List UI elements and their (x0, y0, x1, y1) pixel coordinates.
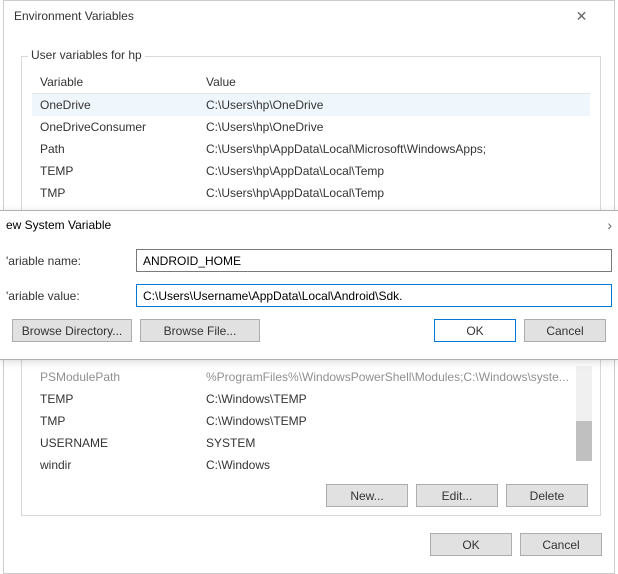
variable-name-row: 'ariable name: (6, 249, 612, 272)
dialog-ok-button[interactable]: OK (434, 319, 516, 342)
browse-directory-button[interactable]: Browse Directory... (12, 319, 132, 342)
table-row[interactable]: TEMP C:\Users\hp\AppData\Local\Temp (32, 160, 590, 182)
variable-value-row: 'ariable value: (6, 284, 612, 307)
dialog-cancel-button[interactable]: Cancel (524, 319, 606, 342)
table-row[interactable]: TMP C:\Windows\TEMP (32, 410, 590, 432)
variable-value-label: 'ariable value: (6, 289, 136, 303)
table-row[interactable]: USERNAME SYSTEM (32, 432, 590, 454)
system-variables-group: PSModulePath %ProgramFiles%\WindowsPower… (21, 335, 601, 516)
new-system-variable-dialog: ew System Variable › 'ariable name: 'ari… (0, 210, 618, 360)
table-row[interactable]: windir C:\Windows (32, 454, 590, 476)
bottom-buttons: OK Cancel (430, 533, 602, 556)
table-header: Variable Value (32, 71, 590, 94)
new-button[interactable]: New... (326, 484, 408, 507)
delete-button[interactable]: Delete (506, 484, 588, 507)
browse-file-button[interactable]: Browse File... (140, 319, 260, 342)
title-bar: Environment Variables ✕ (4, 1, 614, 31)
ok-button[interactable]: OK (430, 533, 512, 556)
user-variables-label: User variables for hp (28, 48, 145, 62)
chevron-right-icon[interactable]: › (607, 217, 616, 233)
col-variable[interactable]: Variable (32, 71, 198, 93)
table-row[interactable]: TEMP C:\Windows\TEMP (32, 388, 590, 410)
dialog-title: ew System Variable (6, 218, 111, 232)
variable-name-input[interactable] (136, 249, 612, 272)
cancel-button[interactable]: Cancel (520, 533, 602, 556)
col-value[interactable]: Value (198, 71, 590, 93)
dialog-buttons: Browse Directory... Browse File... OK Ca… (6, 319, 612, 342)
user-variables-table[interactable]: Variable Value OneDrive C:\Users\hp\OneD… (32, 71, 590, 204)
system-vars-buttons: New... Edit... Delete (326, 484, 588, 507)
close-icon[interactable]: ✕ (559, 1, 604, 31)
table-row[interactable]: OneDriveConsumer C:\Users\hp\OneDrive (32, 116, 590, 138)
system-variables-table[interactable]: PSModulePath %ProgramFiles%\WindowsPower… (32, 366, 590, 476)
table-row[interactable]: PSModulePath %ProgramFiles%\WindowsPower… (32, 366, 590, 388)
table-row[interactable]: Path C:\Users\hp\AppData\Local\Microsoft… (32, 138, 590, 160)
variable-value-input[interactable] (136, 284, 612, 307)
window-title: Environment Variables (14, 9, 134, 23)
variable-name-label: 'ariable name: (6, 254, 136, 268)
table-row[interactable]: TMP C:\Users\hp\AppData\Local\Temp (32, 182, 590, 204)
dialog-title-bar: ew System Variable › (0, 211, 618, 237)
table-row[interactable]: OneDrive C:\Users\hp\OneDrive (32, 94, 590, 116)
scrollbar-thumb[interactable] (576, 421, 592, 461)
edit-button[interactable]: Edit... (416, 484, 498, 507)
